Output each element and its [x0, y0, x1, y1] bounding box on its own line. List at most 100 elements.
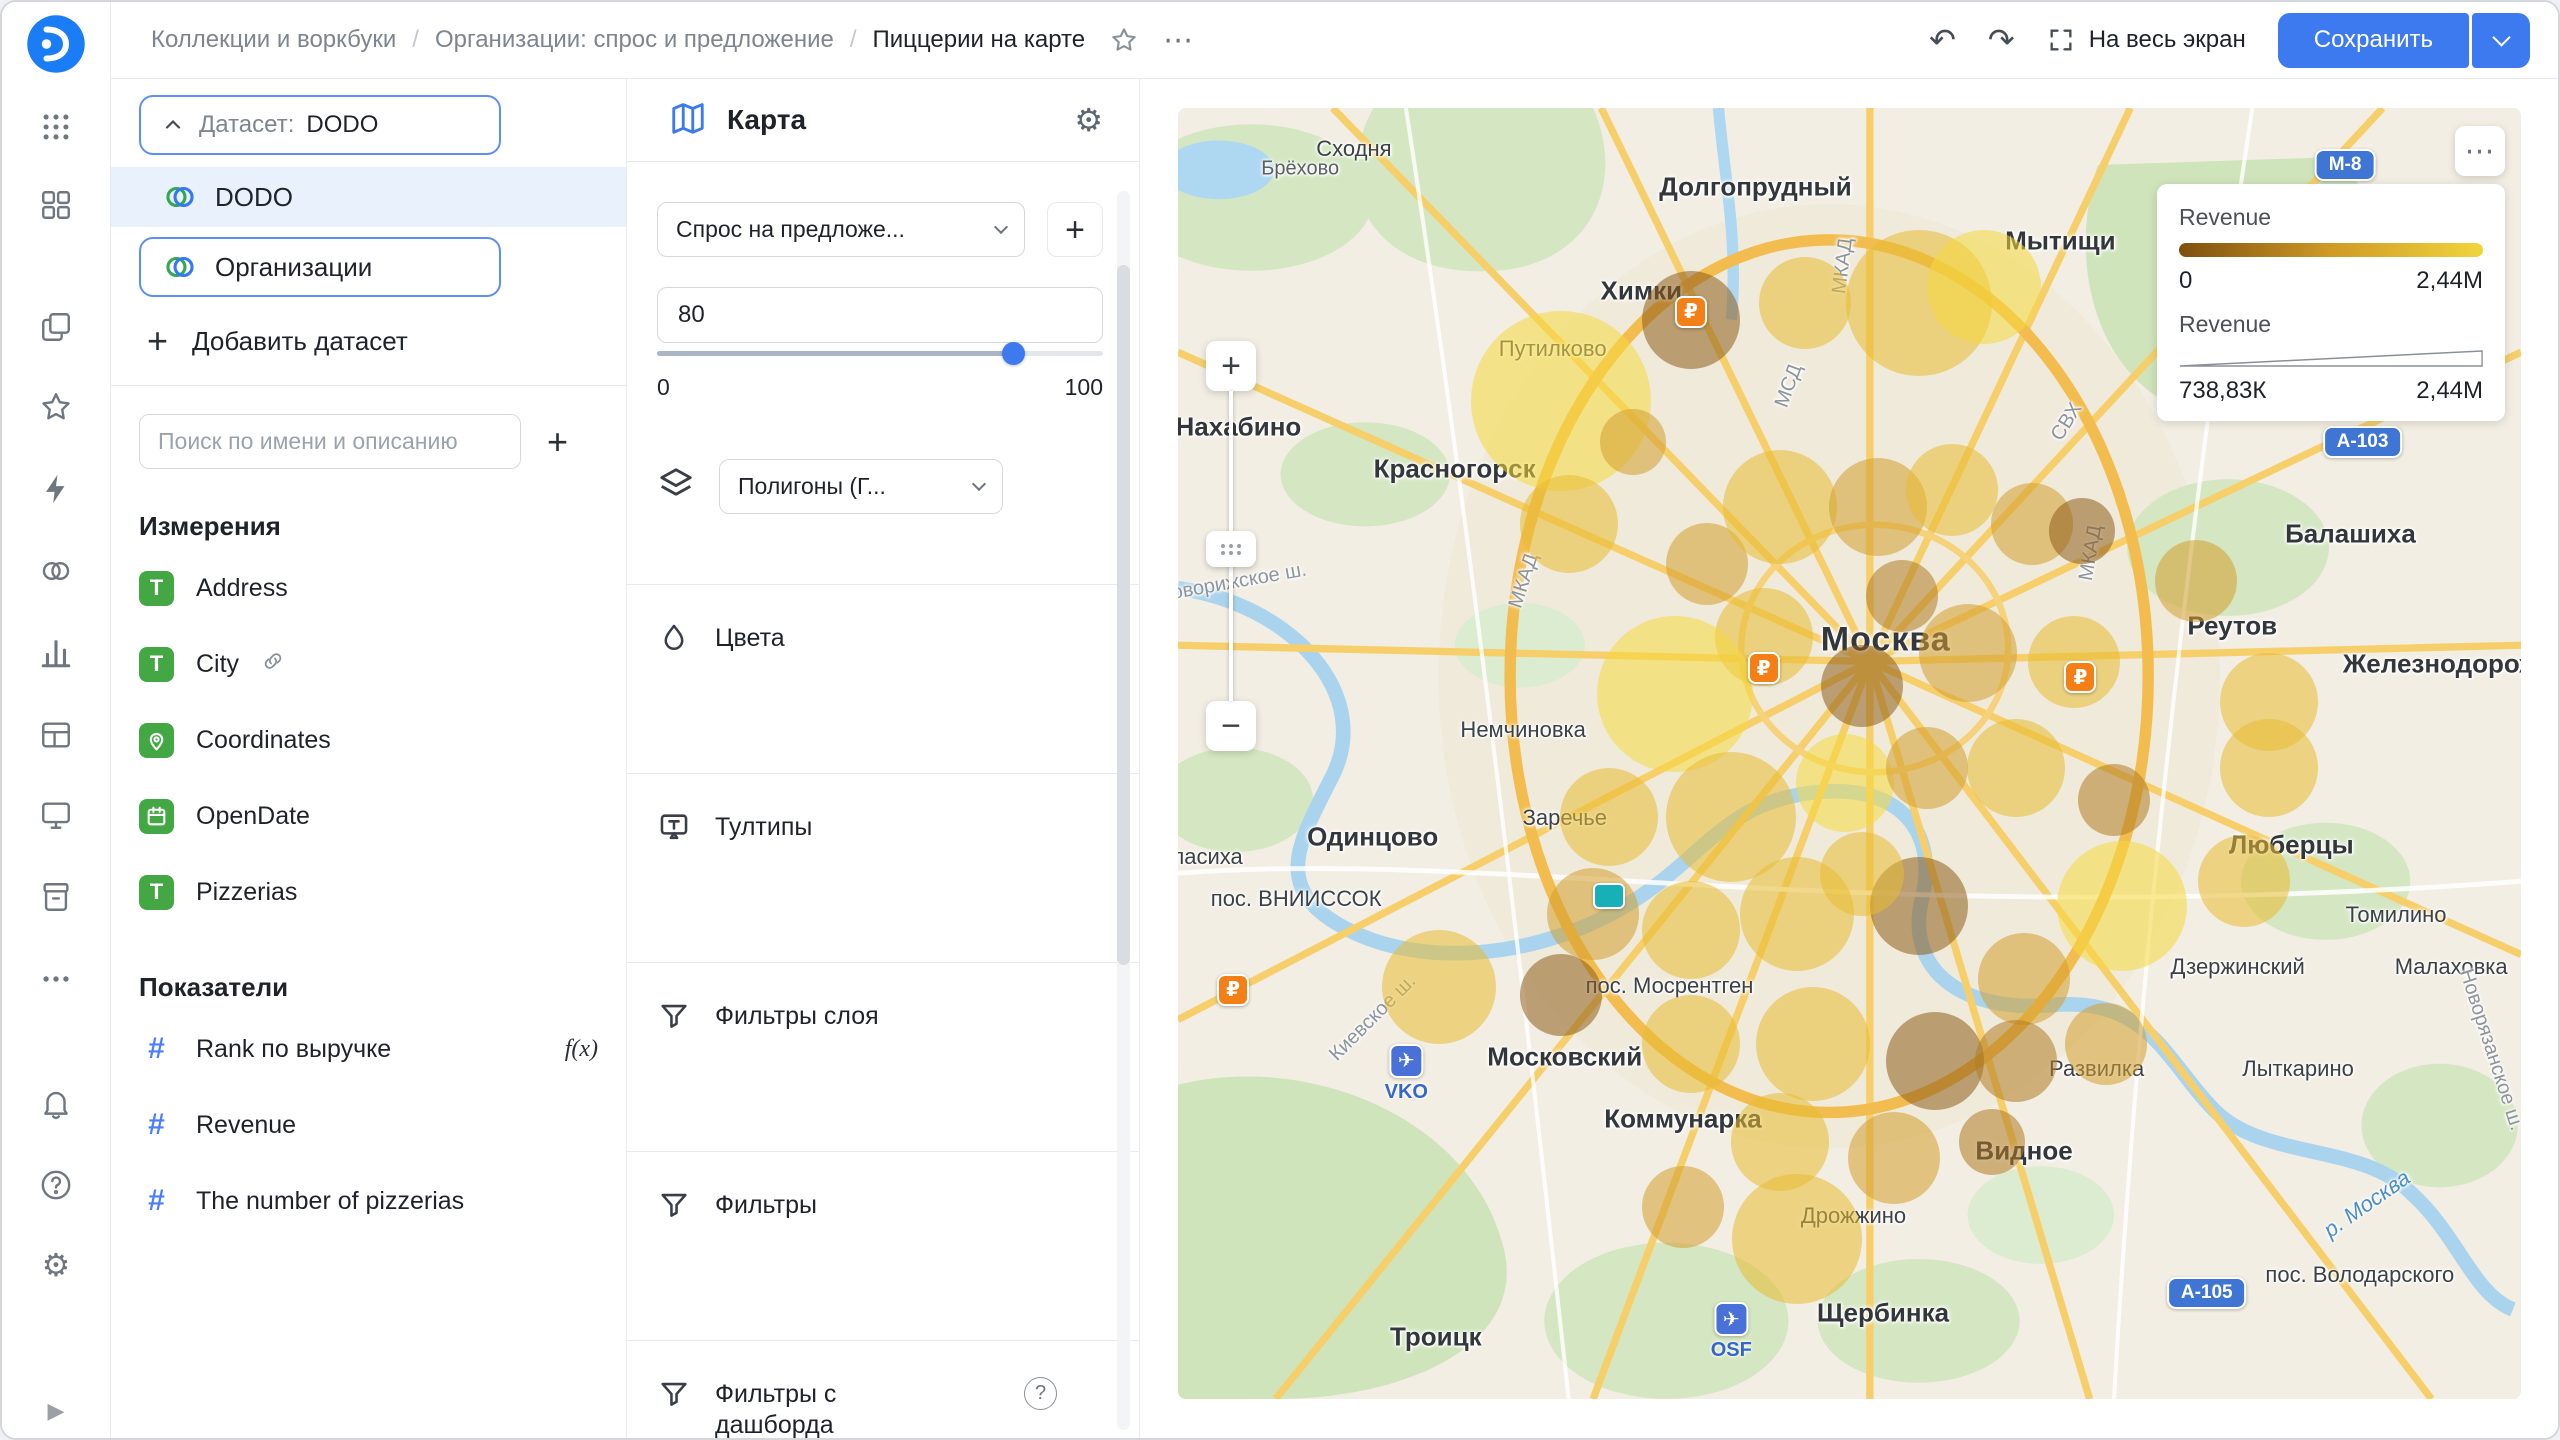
legend-color-max: 2,44M: [2416, 267, 2483, 295]
geopoint-field-icon: [139, 723, 174, 758]
dashboards-icon[interactable]: [37, 796, 75, 834]
number-field-icon: #: [139, 1032, 174, 1066]
map-canvas[interactable]: СходняБрёховоДолгопрудныйМытищиХимкиПути…: [1178, 108, 2521, 1399]
date-field-icon: [139, 799, 174, 834]
fullscreen-label: На весь экран: [2089, 26, 2246, 54]
panel-title: Карта: [727, 104, 806, 136]
panel-scrollbar[interactable]: [1117, 191, 1130, 1430]
field-row-address[interactable]: T Address: [111, 550, 626, 626]
section-filters[interactable]: Фильтры: [627, 1151, 1139, 1340]
opacity-slider[interactable]: [657, 340, 1103, 366]
section-label: Фильтры с дашборда: [715, 1379, 890, 1440]
tables-icon[interactable]: [37, 716, 75, 754]
slider-handle[interactable]: [1002, 342, 1025, 365]
add-layer-button[interactable]: +: [1047, 202, 1103, 257]
airport-code-label: OSF: [1711, 1339, 1752, 1362]
slider-min-label: 0: [657, 374, 670, 401]
geotype-select-value: Полигоны (Г...: [738, 473, 886, 500]
zoom-slider-track[interactable]: [1206, 391, 1256, 701]
breadcrumb-current: Пиццерии на карте: [873, 26, 1086, 54]
dimensions-title: Измерения: [139, 511, 626, 542]
expand-panel-icon[interactable]: ▶: [48, 1398, 65, 1424]
map-menu-button[interactable]: ⋯: [2455, 126, 2505, 176]
legend-color-title: Revenue: [2179, 204, 2483, 231]
divider: [111, 385, 626, 386]
apps-grid-icon[interactable]: [37, 108, 75, 146]
add-dataset-button[interactable]: + Добавить датасет: [111, 309, 626, 373]
zoom-in-button[interactable]: +: [1206, 341, 1256, 391]
text-field-icon: T: [139, 875, 174, 910]
datalens-app: ⚙ ▶ Коллекции и воркбуки / Организации: …: [0, 0, 2560, 1440]
section-help-icon[interactable]: ?: [1024, 1377, 1057, 1410]
layer-select[interactable]: Спрос на предложе...: [657, 202, 1025, 257]
notifications-bell-icon[interactable]: [37, 1084, 75, 1122]
datalens-logo[interactable]: [26, 14, 86, 74]
storage-icon[interactable]: [37, 878, 75, 916]
field-row-city[interactable]: T City: [111, 626, 626, 702]
dataset-item-dodo[interactable]: DODO: [111, 167, 626, 227]
section-label: Фильтры: [715, 1190, 817, 1221]
dataset-sidebar: Датасет: DODO DODO Организации + Добавит…: [111, 79, 627, 1438]
legend-size-max: 2,44М: [2416, 377, 2483, 405]
field-row-pizzerias[interactable]: T Pizzerias: [111, 854, 626, 930]
settings-gear-icon[interactable]: ⚙: [37, 1246, 75, 1284]
datasets-icon[interactable]: [37, 552, 75, 590]
geolayer-type-icon: [657, 465, 695, 508]
grip-dots-icon: [1221, 544, 1225, 548]
dataset-selector[interactable]: Датасет: DODO: [139, 95, 501, 155]
field-row-coordinates[interactable]: Coordinates: [111, 702, 626, 778]
favorites-icon[interactable]: [37, 388, 75, 426]
opacity-input[interactable]: [657, 287, 1103, 343]
save-button[interactable]: Сохранить: [2278, 13, 2469, 68]
scrollbar-thumb[interactable]: [1117, 265, 1130, 965]
field-row-pizzeria-count[interactable]: # The number of pizzerias: [111, 1163, 626, 1239]
number-field-icon: #: [139, 1108, 174, 1142]
funnel-icon: [657, 1377, 693, 1416]
breadcrumb-item[interactable]: Коллекции и воркбуки: [151, 26, 396, 54]
chevron-down-icon: [972, 477, 986, 491]
layer-select-value: Спрос на предложе...: [676, 216, 905, 243]
field-label: Rank по выручке: [196, 1035, 391, 1064]
legend-color-min: 0: [2179, 267, 2192, 295]
workbooks-icon[interactable]: [37, 308, 75, 346]
save-menu-button[interactable]: [2472, 13, 2530, 68]
add-field-button[interactable]: +: [547, 424, 568, 460]
geotype-select[interactable]: Полигоны (Г...: [719, 459, 1003, 514]
redo-button[interactable]: ↷: [1988, 24, 2015, 56]
field-row-revenue[interactable]: # Revenue: [111, 1087, 626, 1163]
section-layer-filters[interactable]: Фильтры слоя: [627, 962, 1139, 1151]
field-row-opendate[interactable]: OpenDate: [111, 778, 626, 854]
field-label: Pizzerias: [196, 878, 297, 907]
topbar: Коллекции и воркбуки / Организации: спро…: [111, 2, 2558, 79]
section-dashboard-filters[interactable]: Фильтры с дашборда ?: [627, 1340, 1139, 1440]
formula-icon: f(x): [565, 1036, 598, 1063]
more-actions-button[interactable]: ⋯: [1163, 23, 1195, 58]
field-row-rank[interactable]: # Rank по выручке f(x): [111, 1011, 626, 1087]
link-icon: [261, 649, 285, 680]
poi-marker: ₽: [2064, 661, 2096, 693]
field-label: Address: [196, 574, 288, 603]
dataset-item-organizations[interactable]: Организации: [139, 237, 501, 297]
field-search-input[interactable]: [139, 414, 521, 469]
section-tooltips[interactable]: Тултипы: [627, 773, 1139, 962]
breadcrumb-item[interactable]: Организации: спрос и предложение: [435, 26, 834, 54]
quick-actions-icon[interactable]: [37, 470, 75, 508]
dataset-icon: [163, 250, 197, 284]
field-label: Coordinates: [196, 726, 331, 755]
zoom-out-button[interactable]: −: [1206, 701, 1256, 751]
collections-icon[interactable]: [37, 186, 75, 224]
help-icon[interactable]: [37, 1166, 75, 1204]
zoom-slider-handle[interactable]: [1206, 531, 1256, 567]
section-colors[interactable]: Цвета: [627, 584, 1139, 773]
chevron-up-icon: [161, 113, 185, 137]
slider-max-label: 100: [1065, 374, 1103, 401]
rail-more-icon[interactable]: [37, 960, 75, 998]
fullscreen-button[interactable]: На весь экран: [2047, 26, 2246, 54]
chart-settings-gear-icon[interactable]: ⚙: [1074, 101, 1103, 139]
poi-marker: ₽: [1675, 296, 1707, 328]
favorite-star-icon[interactable]: [1109, 25, 1139, 55]
undo-button[interactable]: ↶: [1929, 24, 1956, 56]
funnel-icon: [657, 1188, 693, 1227]
charts-icon[interactable]: [37, 634, 75, 672]
legend-size-title: Revenue: [2179, 311, 2483, 338]
